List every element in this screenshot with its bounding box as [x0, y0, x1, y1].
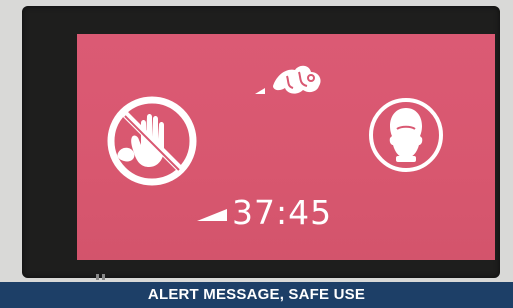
caption-text: ALERT MESSAGE, SAFE USE [147, 286, 366, 303]
timer-readout: 37:45 [232, 193, 333, 232]
spray-icon [255, 65, 321, 94]
bezel-indicator [96, 274, 99, 280]
headgear-icon [369, 98, 443, 172]
caption-bar: ALERT MESSAGE, SAFE USE [0, 282, 513, 308]
timer-level-icon [197, 209, 227, 221]
no-touch-icon [107, 96, 197, 186]
device-bezel: 37:45 [22, 6, 500, 280]
alert-screen: 37:45 [77, 34, 495, 260]
bezel-indicator [102, 274, 105, 280]
